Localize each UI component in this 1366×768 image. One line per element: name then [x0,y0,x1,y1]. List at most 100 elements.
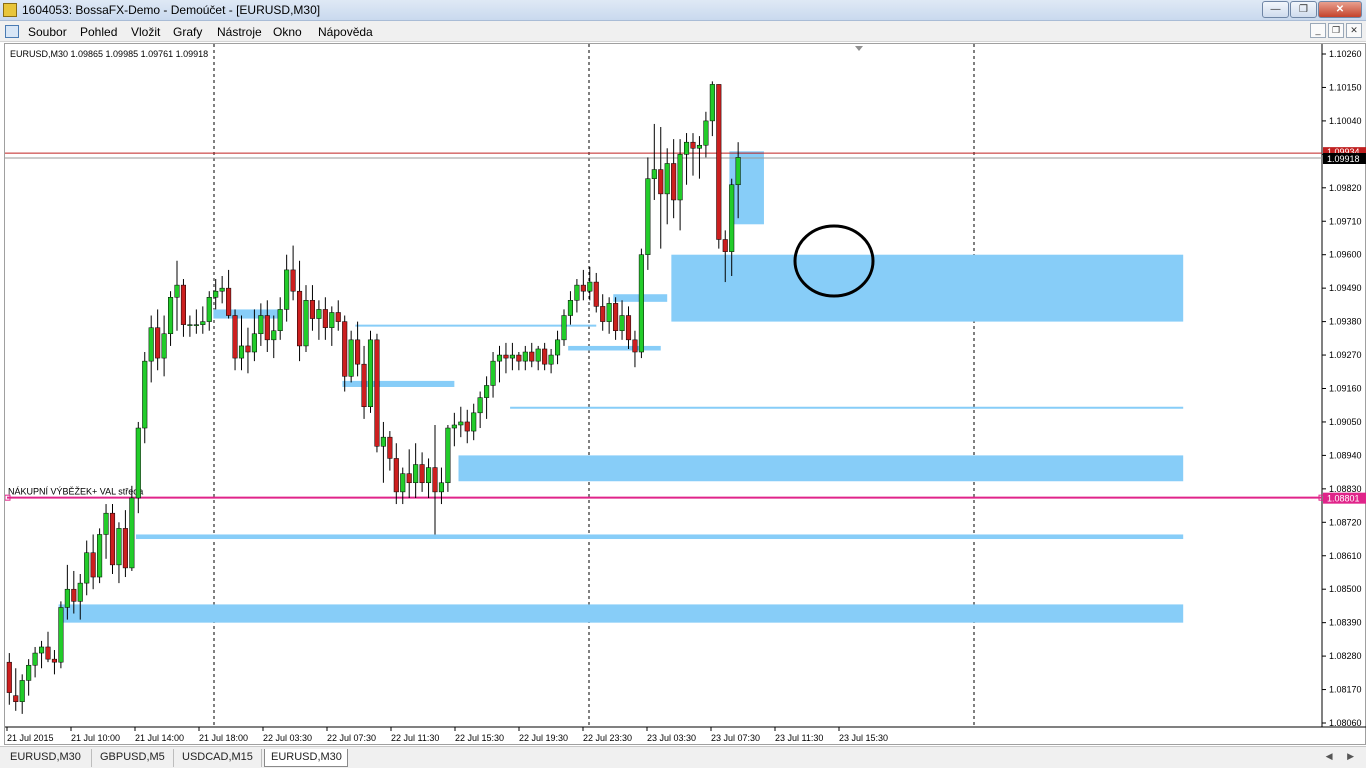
candle-body-5 [39,646,45,654]
candle-body-71 [464,421,470,432]
time-tick-label-1: 21 Jul 10:00 [71,733,120,743]
maximize-button[interactable]: ❐ [1290,1,1317,18]
candle-body-96 [625,315,632,341]
close-button[interactable]: ✕ [1318,1,1362,18]
candle-body-8 [58,607,64,663]
chart-minimize-button[interactable]: _ [1310,23,1326,38]
candle-body-54 [355,339,361,365]
candle-body-61 [400,473,406,493]
candle-body-18 [122,528,128,569]
candle-body-93 [606,303,612,322]
candle-body-51 [335,312,341,322]
candle-body-90 [587,281,593,292]
candle-body-11 [77,582,83,602]
tab-usdcad-m15[interactable]: USDCAD,M15 [176,749,262,767]
candle-body-104 [677,154,683,201]
tab-eurusd-m30[interactable]: EURUSD,M30 [4,749,92,767]
candle-body-101 [658,169,664,195]
candle-body-19 [129,497,135,569]
chart-tab-bar: EURUSD,M30 GBPUSD,M5 USDCAD,M15 EURUSD,M… [0,746,1366,768]
candle-body-55 [361,363,367,407]
candle-body-83 [542,348,548,365]
candle-body-9 [64,588,70,608]
candle-body-102 [664,163,670,195]
candle-body-87 [567,300,574,316]
candle-body-80 [522,351,528,362]
candle-body-105 [684,141,690,155]
chart-close-button[interactable]: ✕ [1346,23,1362,38]
time-tick-label-7: 22 Jul 15:30 [455,733,504,743]
price-tick-label-17: 1.08390 [1329,618,1362,628]
candle-body-35 [232,315,238,359]
candle-body-22 [148,327,154,362]
candle-body-113 [735,157,741,186]
candle-body-31 [206,297,212,322]
zone-rect-9 [213,309,281,319]
zone-rect-2 [458,455,1184,482]
menu-okno[interactable]: Okno [273,25,302,39]
time-tick-label-13: 23 Jul 15:30 [839,733,888,743]
time-tick-label-4: 22 Jul 03:30 [263,733,312,743]
candle-body-40 [264,315,270,341]
candle-body-77 [503,354,509,359]
candle-body-85 [555,339,561,356]
menu-vlozit[interactable]: Vložit [131,25,160,39]
price-tick-label-18: 1.08280 [1329,651,1362,661]
candle-body-15 [103,512,109,535]
candle-body-97 [632,339,638,353]
time-tick-label-0: 21 Jul 2015 [7,733,54,743]
candle-body-39 [258,315,264,335]
chart-restore-button[interactable]: ❐ [1328,23,1344,38]
candle-body-111 [722,239,728,252]
tab-scroll-arrows[interactable]: ◀ ▶ [1326,751,1360,762]
chart-window[interactable]: NÁKUPNÍ VÝBĚŽEK+ VAL středa 1.10260 1.1015… [4,43,1366,745]
zone-rect-7 [671,254,1184,322]
menu-grafy[interactable]: Grafy [173,25,202,39]
candle-body-53 [348,339,354,377]
candle-body-92 [600,306,606,322]
candle-body-37 [245,345,251,353]
candle-body-43 [284,269,290,310]
time-tick-label-5: 22 Jul 07:30 [327,733,376,743]
candle-body-98 [638,254,644,353]
menu-soubor[interactable]: Soubor [28,25,67,39]
menu-nastroje[interactable]: Nástroje [217,25,262,39]
candle-body-52 [342,321,348,377]
candle-body-64 [419,464,425,484]
candle-body-49 [322,309,328,328]
chart-window-icon[interactable] [5,25,19,38]
candle-body-106 [690,141,696,149]
candle-body-38 [251,333,257,353]
candle-body-63 [413,464,419,484]
candle-body-88 [574,284,580,301]
candle-body-24 [161,333,167,359]
candle-body-79 [516,354,522,362]
tab-gbpusd-m5[interactable]: GBPUSD,M5 [94,749,174,767]
candlestick-chart[interactable]: NÁKUPNÍ VÝBĚŽEK+ VAL středa 1.10260 1.1015… [5,44,1366,746]
time-tick-label-2: 21 Jul 14:00 [135,733,184,743]
zone-rect-1 [136,534,1184,540]
zone-rect-6 [355,324,597,327]
menu-napoveda[interactable]: Nápověda [318,25,373,39]
candle-body-94 [613,303,619,331]
zone-rect-10 [729,151,764,225]
price-tick-label-20: 1.08060 [1329,718,1362,728]
candle-body-30 [200,321,206,325]
symbol-info-label: EURUSD,M30 1.09865 1.09985 1.09761 1.099… [10,49,208,59]
price-tick-label-1: 1.10150 [1329,82,1362,92]
minimize-button[interactable]: — [1262,1,1289,18]
hline-price-label: 1.08801 [1327,494,1360,504]
candle-body-75 [490,360,496,386]
price-tick-label-9: 1.09270 [1329,350,1362,360]
candle-body-29 [193,324,199,326]
candle-body-12 [84,552,90,584]
tab-eurusd-m30-active[interactable]: EURUSD,M30 [264,749,348,767]
candle-body-110 [716,84,722,240]
candle-body-1 [13,695,19,702]
candle-body-59 [387,436,393,459]
window-title: 1604053: BossaFX-Demo - Demoúčet - [EURU… [22,3,321,17]
candle-body-74 [484,385,490,398]
time-tick-label-11: 23 Jul 07:30 [711,733,760,743]
title-bar: 1604053: BossaFX-Demo - Demoúčet - [EURU… [0,0,1366,21]
menu-pohled[interactable]: Pohled [80,25,117,39]
